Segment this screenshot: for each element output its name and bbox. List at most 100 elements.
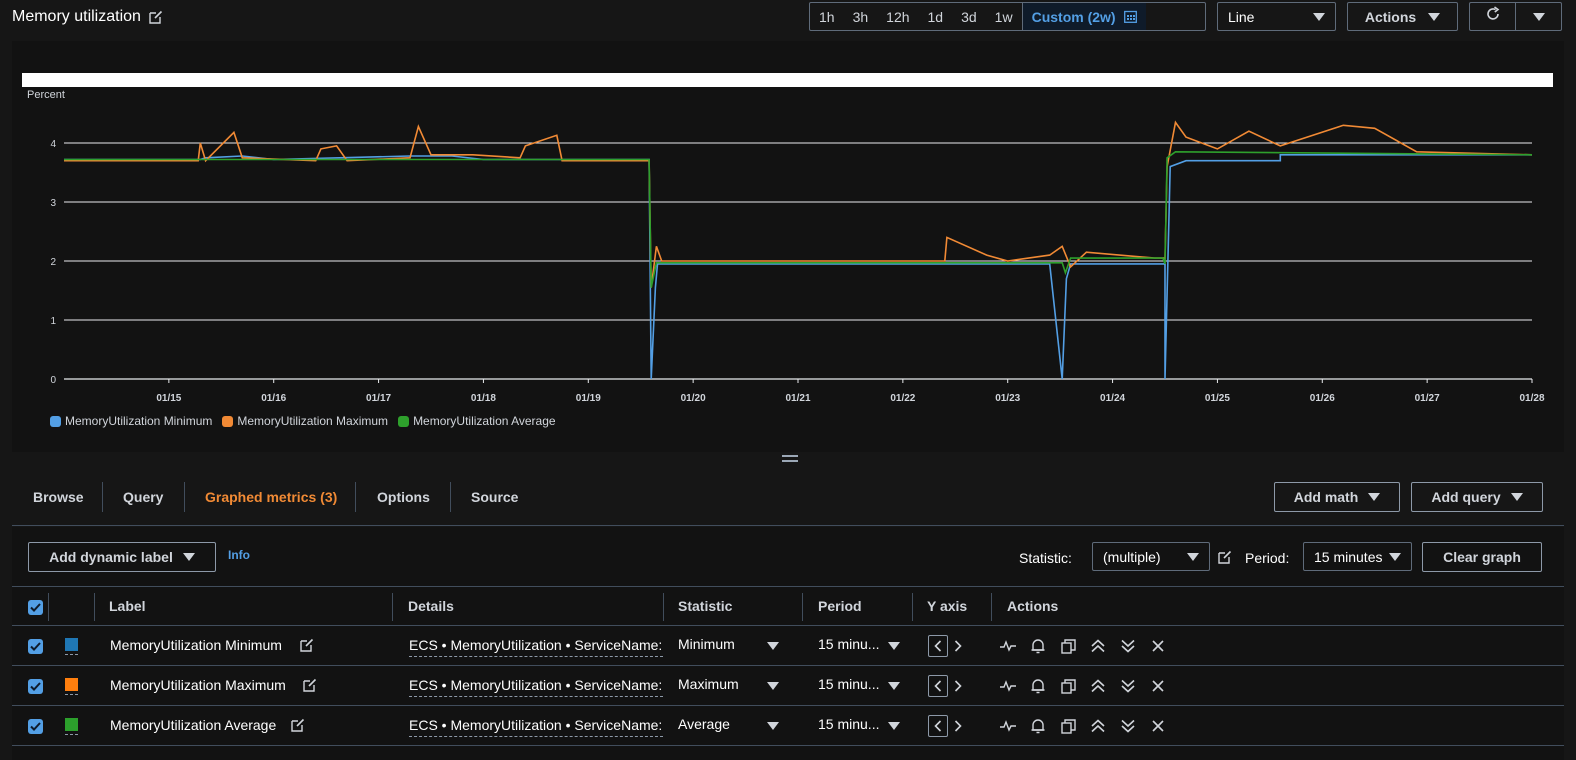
table-row: MemoryUtilization Maximum ECS • MemoryUt… [12,666,1564,706]
move-down-icon[interactable] [1119,637,1137,655]
range-1d[interactable]: 1d [919,3,953,30]
y-tick-label: 0 [50,375,56,386]
add-math-button[interactable]: Add math [1274,482,1400,512]
select-all-checkbox[interactable] [28,600,43,615]
header-yaxis[interactable]: Y axis [927,598,967,614]
tab-browse[interactable]: Browse [12,482,105,512]
row-period[interactable]: 15 minu... [818,676,879,692]
range-3h[interactable]: 3h [844,3,878,30]
header-label[interactable]: Label [109,598,146,614]
move-down-icon[interactable] [1119,677,1137,695]
period-select[interactable]: 15 minutes [1303,542,1412,571]
range-1h[interactable]: 1h [810,3,844,30]
chart-type-select[interactable]: Line [1217,2,1336,31]
anomaly-detection-icon[interactable] [999,637,1017,655]
move-up-icon[interactable] [1089,677,1107,695]
duplicate-icon[interactable] [1059,717,1077,735]
range-custom[interactable]: Custom (2w) [1021,3,1146,30]
chart-panel: Percent 0 1 2 3 4 01/15 01/16 01/17 01/18 01/19 01/… [12,41,1564,452]
chevron-down-icon[interactable] [888,722,900,730]
edit-label-icon[interactable] [303,678,317,697]
row-checkbox[interactable] [28,679,43,694]
y-axis-left-icon[interactable] [928,675,948,697]
y-axis-right-icon[interactable] [948,675,968,697]
row-period[interactable]: 15 minu... [818,636,879,652]
row-details[interactable]: ECS • MemoryUtilization • ServiceName: [409,677,663,697]
add-dynamic-label-text: Add dynamic label [49,549,173,565]
x-tick-label: 01/28 [1519,393,1544,404]
x-tick-label: 01/19 [576,393,601,404]
edit-label-icon[interactable] [291,718,305,737]
graphed-metrics-panel: Add dynamic label Info Statistic: (multi… [12,527,1564,760]
row-statistic[interactable]: Average [678,716,730,732]
chevron-down-icon [1510,493,1523,501]
series-color-chip[interactable] [65,718,78,731]
chevron-down-icon[interactable] [888,642,900,650]
row-period[interactable]: 15 minu... [818,716,879,732]
legend-item-minimum[interactable]: MemoryUtilization Minimum [50,414,212,428]
clear-graph-button[interactable]: Clear graph [1422,542,1542,572]
tab-graphed-metrics[interactable]: Graphed metrics (3) [184,482,358,512]
remove-icon[interactable] [1149,637,1167,655]
refresh-button[interactable] [1469,2,1515,31]
tab-options[interactable]: Options [356,482,451,512]
anomaly-detection-icon[interactable] [999,717,1017,735]
remove-icon[interactable] [1149,677,1167,695]
series-color-chip[interactable] [65,678,78,691]
anomaly-detection-icon[interactable] [999,677,1017,695]
legend-item-average[interactable]: MemoryUtilization Average [398,414,556,428]
row-checkbox[interactable] [28,639,43,654]
time-range-selector: 1h 3h 12h 1d 3d 1w Custom (2w) [809,2,1206,31]
yaxis-toggle [928,715,968,737]
legend-item-maximum[interactable]: MemoryUtilization Maximum [222,414,388,428]
duplicate-icon[interactable] [1059,637,1077,655]
chevron-down-icon[interactable] [767,722,779,730]
y-axis-right-icon[interactable] [948,715,968,737]
statistic-select[interactable]: (multiple) [1092,542,1210,571]
move-up-icon[interactable] [1089,637,1107,655]
widget-title-wrap: Memory utilization [12,6,163,28]
range-1w[interactable]: 1w [986,3,1022,30]
resize-handle[interactable] [782,455,798,465]
range-3d[interactable]: 3d [952,3,986,30]
y-axis-label: Percent [27,89,65,101]
y-axis-right-icon[interactable] [948,635,968,657]
chart-type-value: Line [1228,8,1255,25]
create-alarm-icon[interactable] [1029,717,1047,735]
tab-query[interactable]: Query [102,482,184,512]
y-axis-left-icon[interactable] [928,635,948,657]
row-checkbox[interactable] [28,719,43,734]
move-down-icon[interactable] [1119,717,1137,735]
edit-label-icon[interactable] [300,638,314,657]
series-color-chip[interactable] [65,638,78,651]
edit-title-icon[interactable] [149,10,163,24]
tab-source[interactable]: Source [450,482,539,512]
edit-statistic-icon[interactable] [1218,550,1232,569]
info-link[interactable]: Info [228,548,250,562]
duplicate-icon[interactable] [1059,677,1077,695]
refresh-options-button[interactable] [1515,2,1562,31]
row-statistic[interactable]: Minimum [678,636,735,652]
header-details[interactable]: Details [408,598,454,614]
line-chart: Percent 0 1 2 3 4 01/15 01/16 01/17 01/18 01/19 01/… [22,73,1553,404]
create-alarm-icon[interactable] [1029,637,1047,655]
chevron-down-icon[interactable] [888,682,900,690]
chevron-down-icon[interactable] [767,642,779,650]
move-up-icon[interactable] [1089,717,1107,735]
row-statistic[interactable]: Maximum [678,676,739,692]
header-statistic[interactable]: Statistic [678,598,732,614]
add-dynamic-label-button[interactable]: Add dynamic label [28,542,216,572]
add-query-button[interactable]: Add query [1411,482,1543,512]
chevron-down-icon[interactable] [767,682,779,690]
y-axis-left-icon[interactable] [928,715,948,737]
row-details[interactable]: ECS • MemoryUtilization • ServiceName: [409,637,663,657]
row-details[interactable]: ECS • MemoryUtilization • ServiceName: [409,717,663,737]
row-label: MemoryUtilization Minimum [110,637,282,653]
header-period[interactable]: Period [818,598,862,614]
range-12h[interactable]: 12h [877,3,918,30]
x-tick-label: 01/20 [681,393,706,404]
actions-button[interactable]: Actions [1347,2,1458,31]
x-tick-label: 01/16 [261,393,286,404]
create-alarm-icon[interactable] [1029,677,1047,695]
remove-icon[interactable] [1149,717,1167,735]
